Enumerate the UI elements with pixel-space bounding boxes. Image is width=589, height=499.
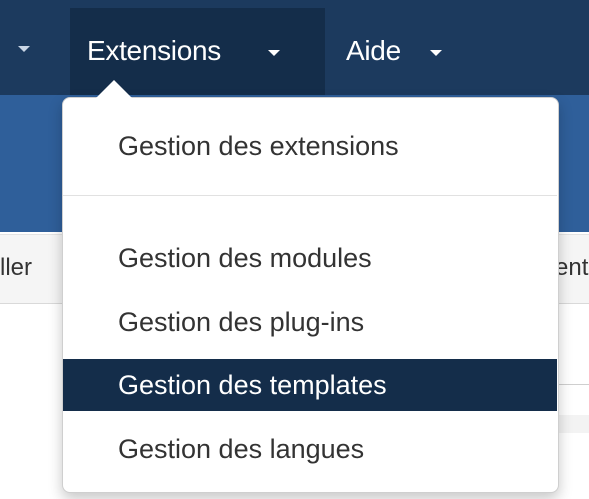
menu-item-label: Gestion des langues [118,434,365,464]
nav-item-label: Extensions [87,35,221,66]
chevron-down-icon[interactable] [18,46,30,52]
menu-item-label: Gestion des extensions [118,131,399,161]
menu-item-label: Gestion des templates [118,370,387,400]
nav-item-label: Aide [346,35,401,66]
menu-item-label: Gestion des plug-ins [118,307,365,337]
menu-item-modules-manager[interactable]: Gestion des modules [63,232,557,284]
chevron-down-icon [430,50,442,56]
menu-item-plugins-manager[interactable]: Gestion des plug-ins [63,296,557,348]
toolbar-button-label[interactable]: ent [555,253,588,283]
menu-item-languages-manager[interactable]: Gestion des langues [63,423,557,475]
menu-item-templates-manager[interactable]: Gestion des templates [63,359,557,411]
menu-item-label: Gestion des modules [118,243,372,273]
chevron-down-icon [268,50,280,56]
menu-divider [63,195,557,196]
menu-item-extensions-manager[interactable]: Gestion des extensions [63,120,557,172]
toolbar-button-label[interactable]: ller [0,253,32,283]
top-navbar: Extensions Aide [0,0,589,95]
dropdown-arrow [96,80,132,98]
